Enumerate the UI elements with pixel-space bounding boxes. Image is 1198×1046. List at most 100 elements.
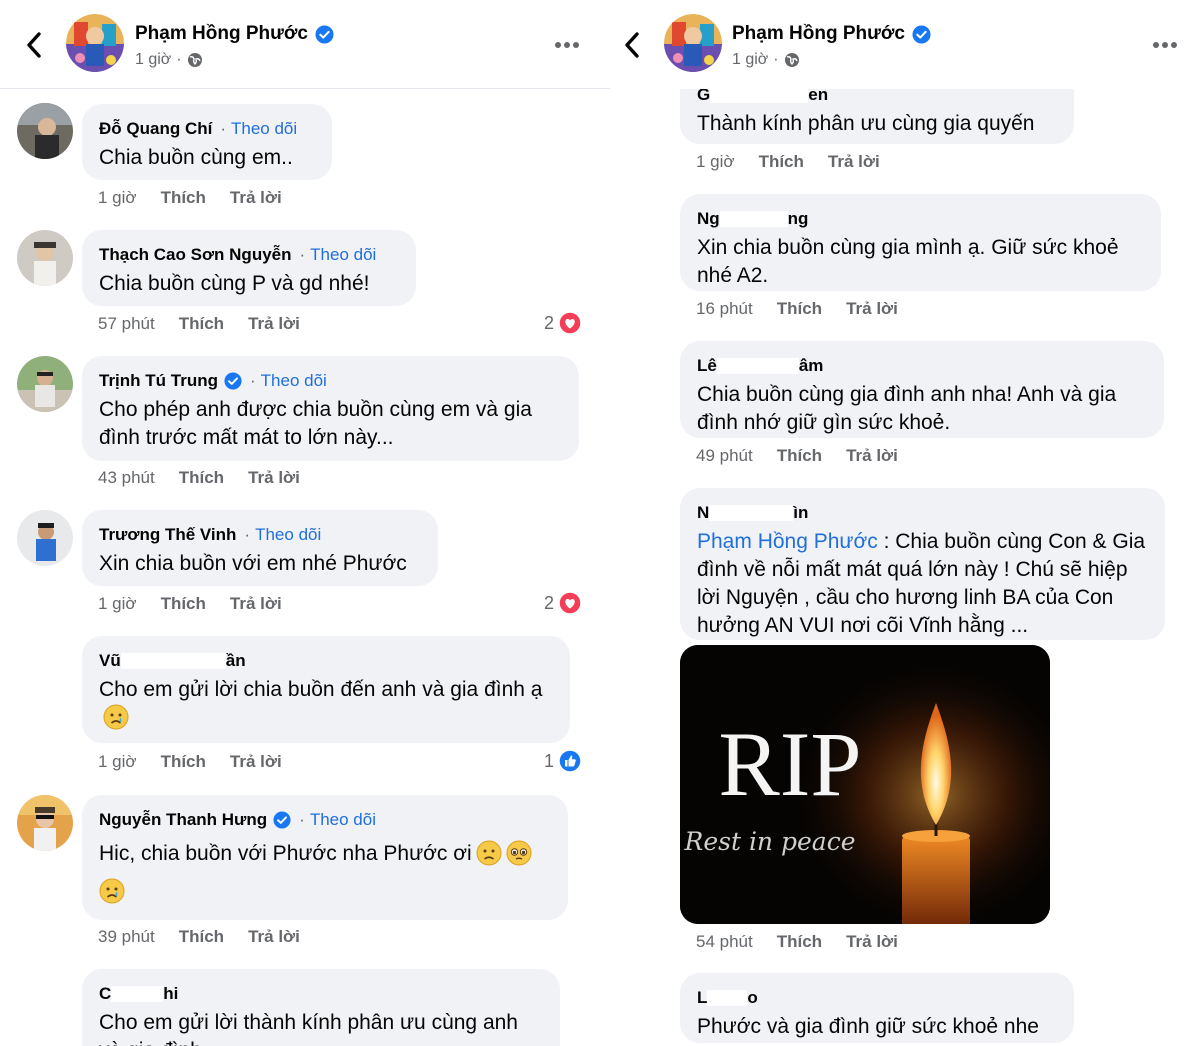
comment-actions: 1 giờ Thích Trả lời: [98, 188, 306, 208]
comment-image-rip[interactable]: RIP Rest in peace: [680, 645, 1050, 924]
redacted-name: [716, 358, 799, 374]
author-name[interactable]: Phạm Hồng Phước: [135, 23, 308, 45]
commenter-name-start[interactable]: L: [697, 987, 707, 1009]
reply-button[interactable]: Trả lời: [828, 152, 880, 171]
avatar[interactable]: [17, 795, 73, 851]
redacted-name: [719, 211, 788, 227]
redacted-name: [709, 505, 794, 521]
like-button[interactable]: Thích: [179, 468, 224, 487]
comment-actions: 1 giờ Thích Trả lời: [98, 752, 306, 772]
like-button[interactable]: Thích: [777, 932, 822, 951]
comment-time: 54 phút: [696, 932, 753, 951]
comment-text: Xin chia buồn với em nhé Phước: [99, 552, 407, 575]
like-button[interactable]: Thích: [161, 594, 206, 613]
comment-bubble: Ng ng Xin chia buồn cùng gia mình ạ. Giữ …: [680, 194, 1161, 291]
avatar[interactable]: [17, 230, 73, 286]
mention-link[interactable]: Phạm Hồng Phước: [697, 530, 878, 553]
comment-actions: 1 giờ Thích Trả lời: [696, 152, 904, 172]
redacted-name: [111, 986, 164, 1002]
reaction-count: 2: [544, 592, 555, 613]
follow-link[interactable]: Theo dõi: [261, 370, 327, 392]
more-icon[interactable]: [554, 41, 580, 49]
verified-icon: [912, 24, 931, 44]
reply-button[interactable]: Trả lời: [248, 314, 300, 333]
back-icon[interactable]: [22, 30, 48, 60]
follow-link[interactable]: Theo dõi: [310, 809, 376, 831]
author-avatar[interactable]: [664, 14, 722, 72]
avatar[interactable]: [17, 510, 73, 566]
pleading-emoji-icon: [506, 840, 532, 866]
like-button[interactable]: Thích: [777, 446, 822, 465]
reply-button[interactable]: Trả lời: [230, 188, 282, 207]
globe-icon: [784, 53, 799, 67]
globe-icon: [187, 53, 202, 67]
reply-button[interactable]: Trả lời: [230, 752, 282, 771]
redacted-name: [707, 990, 748, 1006]
comment-actions: 39 phút Thích Trả lời: [98, 927, 324, 947]
commenter-name-start[interactable]: N: [697, 502, 709, 524]
post-time: 1 giờ: [732, 51, 769, 68]
comment-text: Chia buồn cùng P và gd nhé!: [99, 272, 370, 295]
commenter-name-end[interactable]: ần: [226, 650, 246, 672]
comment-text: Cho phép anh được chia buồn cùng em và g…: [99, 398, 532, 449]
post-meta: 1 giờ ·: [732, 51, 800, 69]
more-icon[interactable]: [1152, 41, 1178, 49]
reply-button[interactable]: Trả lời: [846, 932, 898, 951]
avatar[interactable]: [17, 356, 73, 412]
crying-emoji-icon: [99, 878, 125, 904]
author-avatar[interactable]: [66, 14, 124, 72]
reply-button[interactable]: Trả lời: [248, 927, 300, 946]
rip-title: RIP: [718, 713, 861, 815]
reaction-summary[interactable]: 1: [544, 749, 582, 773]
comment-actions: 16 phút Thích Trả lời: [696, 299, 922, 319]
like-button[interactable]: Thích: [179, 314, 224, 333]
commenter-name-end[interactable]: âm: [799, 355, 824, 377]
comment-actions: 1 giờ Thích Trả lời: [98, 594, 306, 614]
comment-text: Cho em gửi lời thành kính phân ưu cùng a…: [99, 1011, 518, 1046]
commenter-name-end[interactable]: hi: [163, 983, 178, 1005]
commenter-name-end[interactable]: ng: [788, 208, 809, 230]
meta-separator: ·: [773, 51, 779, 68]
comment-time: 57 phút: [98, 314, 155, 333]
comment-time: 39 phút: [98, 927, 155, 946]
avatar[interactable]: [17, 103, 73, 159]
follow-link[interactable]: Theo dõi: [255, 524, 321, 546]
commenter-name[interactable]: Trương Thế Vinh: [99, 524, 236, 546]
commenter-name[interactable]: Đỗ Quang Chí: [99, 118, 212, 140]
verified-icon: [273, 811, 291, 829]
follow-link[interactable]: Theo dõi: [231, 118, 297, 140]
rip-subtitle: Rest in peace: [684, 827, 856, 856]
author-name[interactable]: Phạm Hồng Phước: [732, 23, 905, 45]
comment-text: Xin chia buồn cùng gia mình ạ. Giữ sức k…: [697, 236, 1119, 287]
reply-button[interactable]: Trả lời: [248, 468, 300, 487]
comment-time: 1 giờ: [98, 594, 137, 613]
commenter-name[interactable]: Trịnh Tú Trung: [99, 370, 218, 392]
like-button[interactable]: Thích: [759, 152, 804, 171]
back-icon[interactable]: [620, 30, 646, 60]
commenter-name-end[interactable]: o: [747, 987, 757, 1009]
reaction-summary[interactable]: 2: [544, 591, 582, 615]
follow-link[interactable]: Theo dõi: [310, 244, 376, 266]
comment-bubble: Đỗ Quang Chí · Theo dõi Chia buồn cùng em.…: [82, 104, 332, 180]
like-button[interactable]: Thích: [161, 188, 206, 207]
left-screenshot: Phạm Hồng Phước 1 giờ · Đỗ Quang Chí · The…: [0, 0, 610, 1046]
comment-time: 49 phút: [696, 446, 753, 465]
reply-button[interactable]: Trả lời: [846, 446, 898, 465]
commenter-name-start[interactable]: Lê: [697, 355, 717, 377]
comment-time: 16 phút: [696, 299, 753, 318]
reply-button[interactable]: Trả lời: [846, 299, 898, 318]
comment-time: 1 giờ: [696, 152, 735, 171]
like-button[interactable]: Thích: [777, 299, 822, 318]
commenter-name[interactable]: Nguyễn Thanh Hưng: [99, 809, 267, 831]
redacted-name: [710, 87, 809, 103]
reaction-summary[interactable]: 2: [544, 311, 582, 335]
commenter-name-end[interactable]: ìn: [793, 502, 808, 524]
commenter-name[interactable]: Thạch Cao Sơn Nguyễn: [99, 244, 292, 266]
comment-bubble: Lo Phước và gia đình giữ sức khoẻ nhe: [680, 973, 1074, 1043]
like-button[interactable]: Thích: [179, 927, 224, 946]
like-button[interactable]: Thích: [161, 752, 206, 771]
commenter-name-start[interactable]: Vũ: [99, 650, 121, 672]
commenter-name-start[interactable]: C: [99, 983, 111, 1005]
commenter-name-start[interactable]: Ng: [697, 208, 720, 230]
reply-button[interactable]: Trả lời: [230, 594, 282, 613]
